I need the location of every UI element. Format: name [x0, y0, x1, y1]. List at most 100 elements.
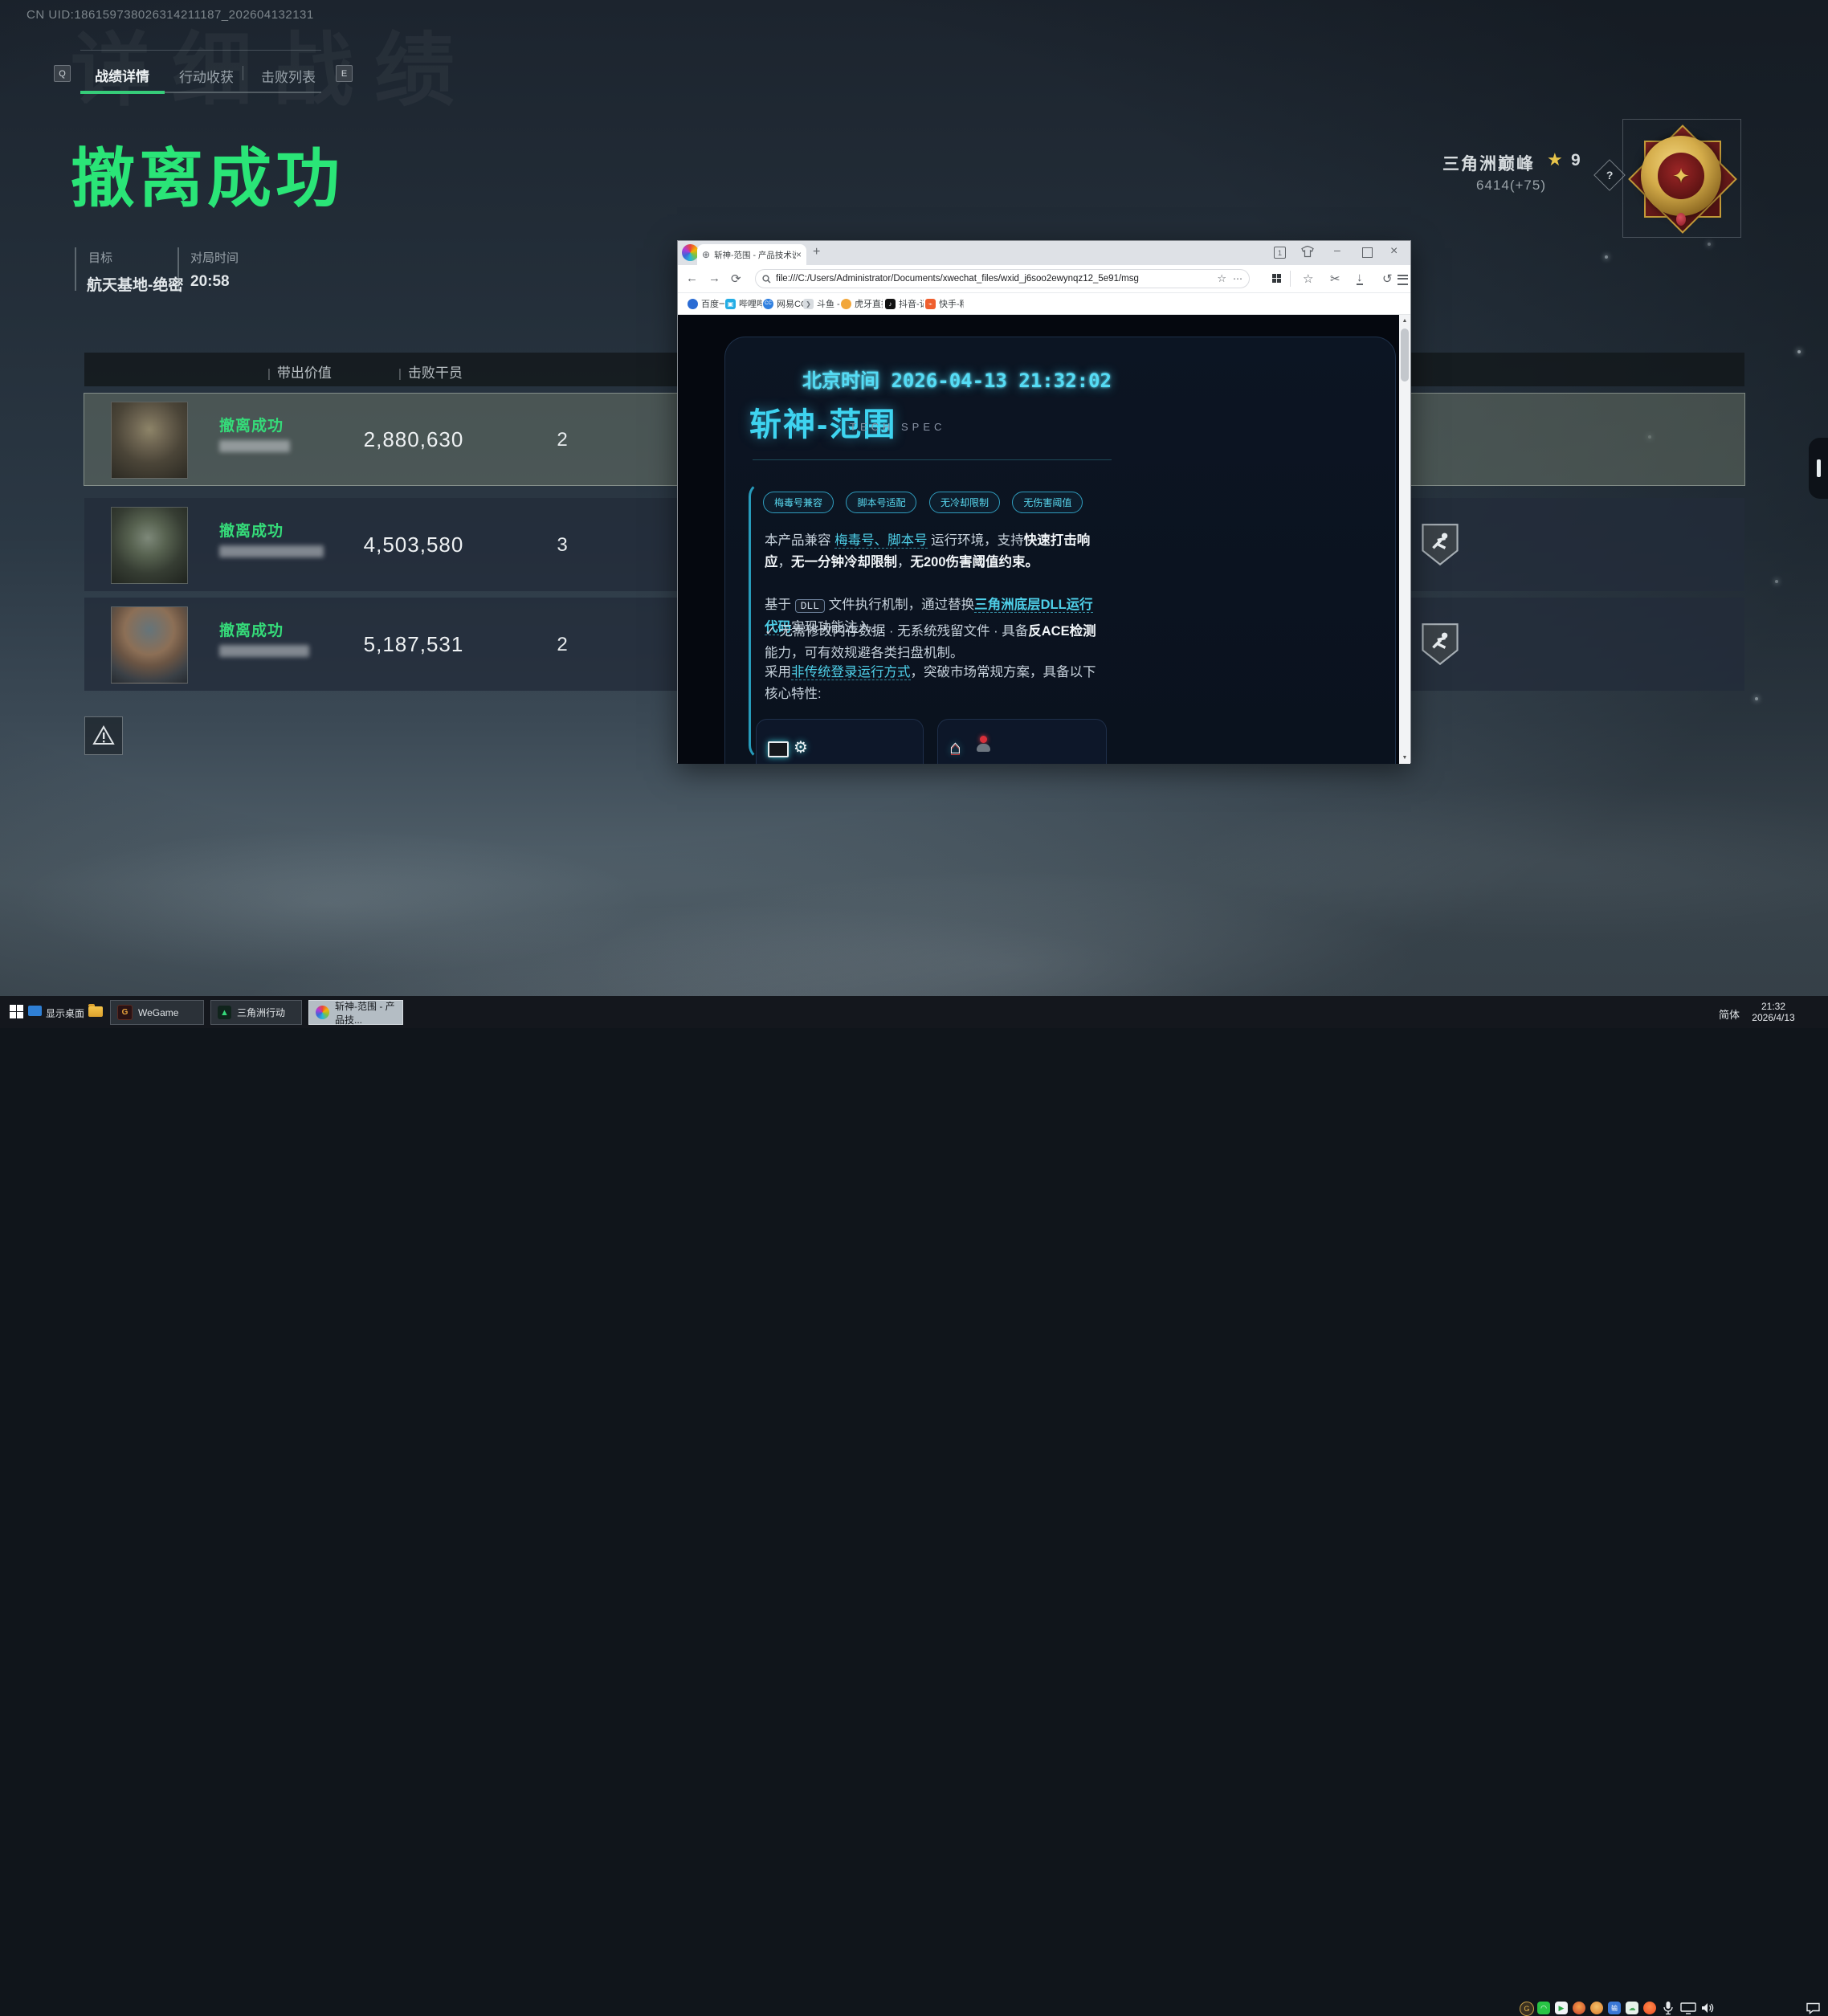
bookmark-cc[interactable]: CC 网易CC直播 [763, 296, 803, 311]
show-desktop-icon[interactable] [28, 1006, 42, 1016]
edge-handle-bar [1817, 459, 1821, 477]
header-tick: | [267, 367, 271, 381]
volume-icon[interactable] [1701, 2002, 1716, 2014]
taskbar-button-browser[interactable]: 斩神-范围 - 产品技... [308, 1000, 403, 1025]
rank-shield-icon [1419, 522, 1461, 567]
baidu-icon [688, 299, 698, 309]
uid-text: CN UID:186159738026314211187_20260413213… [27, 8, 314, 22]
tray-flame-icon[interactable] [1573, 2002, 1585, 2014]
warning-icon [92, 725, 115, 746]
value-cell: 5,187,531 [337, 632, 490, 657]
paragraph-ace: ✓ 无需修改内存数据 · 无系统残留文件 · 具备反ACE检测能力，可有效规避各… [765, 621, 1102, 664]
match-time-value: 20:58 [190, 273, 230, 291]
tab-action-gains[interactable]: 行动收获 [179, 66, 234, 86]
refresh-icon[interactable]: ⟳ [731, 271, 741, 286]
bookmark-douyin[interactable]: ♪ 抖音-记录… [885, 296, 924, 311]
taskbar: 显示桌面 G WeGame ▲ 三角洲行动 斩神-范围 - 产品技... G ◠… [0, 996, 1828, 1028]
bookmark-douyu[interactable]: ❯ 斗鱼 - 每… [803, 296, 840, 311]
player-name-blurred [219, 440, 290, 452]
rank-shield-icon [1419, 622, 1461, 667]
window-close-button[interactable]: × [1390, 244, 1398, 259]
bookmark-huya[interactable]: 虎牙直播-… [841, 296, 883, 311]
clock[interactable]: 21:32 2026/4/13 [1743, 1001, 1804, 1023]
bookmark-kuaishou[interactable]: ⌁ 快手-精彩… [925, 296, 964, 311]
show-desktop-label[interactable]: 显示桌面 [46, 1006, 84, 1020]
tray-wechat-icon[interactable]: ◠ [1537, 2002, 1550, 2014]
url-more-icon[interactable]: ⋯ [1233, 273, 1242, 284]
warning-button[interactable] [84, 716, 123, 755]
tray-player-icon[interactable]: ▶ [1555, 2002, 1568, 2014]
notification-center-icon[interactable] [1806, 2002, 1821, 2014]
taskbar-button-wegame[interactable]: G WeGame [110, 1000, 204, 1025]
column-header-value: 带出价值 [277, 365, 332, 381]
start-button[interactable] [10, 1005, 23, 1018]
tray-blue-app-icon[interactable]: 输 [1608, 2002, 1621, 2014]
scrollbar-thumb[interactable] [1401, 329, 1409, 382]
feature-pills: 梅毒号兼容 脚本号适配 无冷却限制 无伤害阈值 [763, 492, 1091, 513]
status-badge: 撤离成功 [219, 618, 284, 640]
microphone-icon[interactable] [1663, 2001, 1674, 2015]
tab-defeat-list[interactable]: 击败列表 [261, 66, 316, 86]
tab-topline [80, 50, 321, 51]
edge-handle[interactable] [1809, 438, 1828, 499]
maximize-button[interactable] [1362, 247, 1373, 258]
minimize-button[interactable]: – [1334, 243, 1340, 256]
watermark-title: 详细战绩 [71, 5, 475, 121]
bookmark-star-icon[interactable]: ☆ [1217, 272, 1226, 285]
toolbar-divider [1290, 271, 1291, 287]
section-divider [753, 459, 1112, 460]
ime-indicator[interactable]: 简体 [1719, 1006, 1740, 1022]
tray-cloud-icon[interactable]: ☁ [1626, 2002, 1638, 2014]
undo-icon[interactable]: ↺ [1382, 271, 1393, 286]
tab-battle-details[interactable]: 战绩详情 [95, 65, 149, 85]
new-tab-button[interactable]: + [813, 245, 820, 259]
back-icon[interactable]: ← [686, 271, 698, 285]
browser-logo-icon[interactable] [682, 244, 699, 261]
value-cell: 4,503,580 [337, 533, 490, 557]
download-icon[interactable]: ↓ [1357, 271, 1363, 285]
delta-force-icon: ▲ [218, 1006, 231, 1019]
tab-count-box[interactable]: 1 [1274, 247, 1286, 259]
rank-title: 三角洲巅峰 [1442, 151, 1535, 175]
beijing-time: 北京时间 2026-04-13 21:32:02 [758, 365, 1112, 393]
active-tab-underline [80, 91, 165, 94]
status-badge: 撤离成功 [219, 414, 284, 435]
sparkle [1605, 255, 1608, 259]
scroll-down-icon[interactable]: ▼ [1399, 752, 1410, 764]
forward-icon[interactable]: → [708, 271, 720, 285]
medal-frame[interactable]: ✦ [1622, 119, 1741, 238]
scissors-icon[interactable]: ✂ [1330, 271, 1340, 286]
scrollbar[interactable]: ▲ ▼ [1399, 315, 1410, 764]
feature-card: ⚙ [756, 719, 924, 764]
display-icon[interactable] [1680, 2002, 1696, 2014]
tab-close-icon[interactable]: × [796, 249, 802, 260]
bookmark-bilibili[interactable]: ▣ 哔哩哔哩 [725, 296, 762, 311]
rank-points: 6414(+75) [1476, 178, 1546, 194]
tray-gold-g-icon[interactable]: G [1520, 2002, 1534, 2016]
bilibili-icon: ▣ [725, 299, 736, 309]
huya-icon [841, 299, 851, 309]
url-bar[interactable]: file:///C:/Users/Administrator/Documents… [755, 269, 1250, 288]
info-divider [75, 247, 76, 291]
file-explorer-icon[interactable] [88, 1006, 103, 1017]
theme-shirt-icon[interactable] [1301, 246, 1314, 258]
bookmark-baidu[interactable]: 百度一下 [688, 296, 724, 311]
menu-icon[interactable] [1398, 275, 1408, 285]
browser-icon [316, 1006, 329, 1019]
scroll-up-icon[interactable]: ▲ [1399, 315, 1410, 327]
apps-grid-icon[interactable] [1272, 274, 1281, 283]
product-subtitle: TECH SPEC [850, 421, 945, 433]
favorites-icon[interactable]: ☆ [1303, 271, 1313, 286]
url-text: file:///C:/Users/Administrator/Documents… [776, 274, 1212, 284]
wegame-icon: G [117, 1005, 133, 1020]
sparkle [1708, 243, 1711, 246]
taskbar-button-delta-force[interactable]: ▲ 三角洲行动 [210, 1000, 302, 1025]
browser-tab[interactable]: ⊕ 斩神-范围 - 产品技术说明 × [697, 244, 806, 265]
cc-live-icon: CC [763, 299, 773, 309]
pill-badge: 无冷却限制 [929, 492, 1000, 513]
sparkle [1755, 697, 1758, 700]
browser-window[interactable]: ⊕ 斩神-范围 - 产品技术说明 × + 1 – × ← → ⟳ file://… [677, 240, 1411, 763]
tray-fox-icon[interactable] [1590, 2002, 1603, 2014]
tray-lion-icon[interactable] [1643, 2002, 1656, 2014]
page-title: 撤离成功 [71, 127, 344, 220]
